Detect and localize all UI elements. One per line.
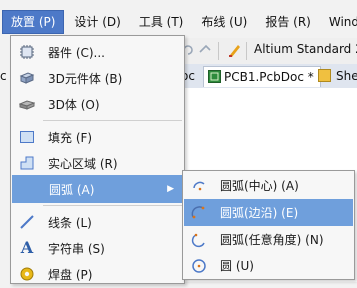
- menu-separator: [43, 120, 182, 121]
- menu-separator: [43, 205, 182, 206]
- arc-edge-icon: [191, 205, 207, 221]
- submenu-item-arc-center[interactable]: 圆弧(中心) (A): [184, 172, 353, 199]
- menu-item-3d-component-body[interactable]: 3D元件体 (B): [11, 64, 184, 92]
- menu-item-3d-body[interactable]: 3D体 (O): [11, 90, 184, 118]
- menu-design[interactable]: 设计 (D): [66, 11, 128, 33]
- menu-item-line[interactable]: 线条 (L): [11, 208, 184, 236]
- menu-item-label: 器件 (C)...: [48, 45, 106, 60]
- submenu-item-full-circle[interactable]: 圆 (U): [184, 252, 353, 279]
- menu-bar: 放置 (P) 设计 (D) 工具 (T) 布线 (U) 报告 (R) Windo: [0, 8, 357, 36]
- menu-item-label: 焊盘 (P): [48, 267, 93, 282]
- schematic-sheet-icon: [318, 69, 331, 82]
- menu-route[interactable]: 布线 (U): [193, 11, 255, 33]
- submenu-item-arc-edge[interactable]: 圆弧(边沿) (E): [184, 199, 353, 226]
- arc-any-angle-icon: [191, 232, 207, 248]
- menu-item-fill[interactable]: 填充 (F): [11, 123, 184, 151]
- menu-place[interactable]: 放置 (P): [2, 10, 65, 34]
- pad-icon: [19, 266, 35, 282]
- menu-reports[interactable]: 报告 (R): [257, 11, 319, 33]
- menu-item-label: 圆弧 (A): [49, 182, 95, 197]
- arc-center-icon: [191, 178, 207, 194]
- app-title: Altium Standard 2: [254, 42, 357, 56]
- menu-item-label: 3D元件体 (B): [48, 71, 123, 86]
- submenu-item-label: 圆弧(边沿) (E): [220, 206, 299, 220]
- redo-icon[interactable]: [198, 43, 212, 57]
- menu-item-string[interactable]: A 字符串 (S): [11, 234, 184, 262]
- submenu-item-label: 圆 (U): [220, 259, 254, 273]
- tab-label: PCB1.PcbDoc *: [224, 70, 314, 84]
- 3d-body-icon: [19, 70, 35, 86]
- menu-item-label: 字符串 (S): [48, 241, 105, 256]
- solid-region-icon: [19, 155, 35, 171]
- component-icon: [19, 44, 35, 60]
- submenu-item-label: 圆弧(中心) (A): [220, 179, 299, 193]
- tab-pcb1-pcbdoc[interactable]: PCB1.PcbDoc *: [203, 66, 321, 87]
- full-circle-icon: [191, 258, 207, 274]
- menu-tools[interactable]: 工具 (T): [131, 11, 192, 33]
- menu-item-solid-region[interactable]: 实心区域 (R): [11, 149, 184, 177]
- 3d-solid-icon: [19, 96, 35, 112]
- edit-pencil-icon[interactable]: [227, 42, 243, 58]
- fill-icon: [19, 129, 35, 145]
- menu-item-label: 3D体 (O): [48, 97, 100, 112]
- submenu-arrow-icon: ▶: [167, 184, 174, 194]
- menu-item-label: 线条 (L): [48, 215, 92, 230]
- string-icon: A: [20, 238, 34, 257]
- submenu-item-arc-any-angle[interactable]: 圆弧(任意角度) (N): [184, 226, 353, 253]
- line-icon: [19, 214, 35, 230]
- menu-item-pad[interactable]: 焊盘 (P): [11, 260, 184, 288]
- menu-window[interactable]: Windo: [321, 11, 357, 33]
- arc-icon: [20, 181, 36, 197]
- arc-submenu: 圆弧(中心) (A) 圆弧(边沿) (E) 圆弧(任意角度) (N) 圆 (U): [182, 170, 355, 280]
- tab-label: Shee: [336, 69, 357, 83]
- tab-sheet[interactable]: Shee: [318, 66, 357, 86]
- menu-item-label: 填充 (F): [48, 130, 93, 145]
- menu-item-arc[interactable]: 圆弧 (A) ▶: [12, 175, 182, 203]
- toolbar-separator: [246, 42, 247, 60]
- toolbar-separator: [218, 42, 219, 60]
- menu-item-label: 实心区域 (R): [48, 156, 118, 171]
- place-menu: 器件 (C)... 3D元件体 (B) 3D体 (O) 填充 (F) 实心区域 …: [10, 35, 185, 284]
- menu-item-component[interactable]: 器件 (C)...: [11, 38, 184, 66]
- pcb-document-icon: [208, 70, 221, 83]
- submenu-item-label: 圆弧(任意角度) (N): [220, 233, 324, 247]
